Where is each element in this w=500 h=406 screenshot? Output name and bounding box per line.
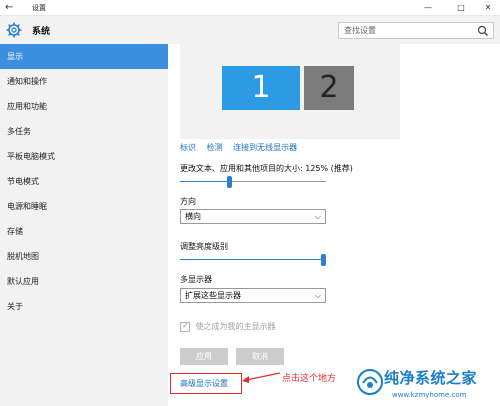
check-icon: ✓ bbox=[182, 320, 190, 331]
orientation-label: 方向 bbox=[180, 197, 196, 206]
scale-label: 更改文本、应用和其他项目的大小: 125% (推荐) bbox=[180, 164, 353, 173]
sidebar-item-offline-maps[interactable]: 脱机地图 bbox=[0, 244, 168, 269]
sidebar-item-storage[interactable]: 存储 bbox=[0, 219, 168, 244]
chevron-down-icon: ⌵ bbox=[314, 212, 321, 221]
monitor-1[interactable]: 1 bbox=[222, 66, 300, 110]
sidebar-item-tablet-mode[interactable]: 平板电脑模式 bbox=[0, 144, 168, 169]
slider-thumb[interactable] bbox=[227, 176, 232, 188]
sidebar-item-default-apps[interactable]: 默认应用 bbox=[0, 269, 168, 294]
back-arrow-icon[interactable]: ← bbox=[5, 1, 13, 15]
scale-slider[interactable] bbox=[180, 176, 326, 188]
apply-button[interactable]: 应用 bbox=[180, 348, 228, 365]
main-display-label: 使之成为我的主显示器 bbox=[195, 322, 276, 331]
sidebar-item-power-sleep[interactable]: 电源和睡眠 bbox=[0, 194, 168, 219]
sidebar-item-notifications[interactable]: 通知和操作 bbox=[0, 69, 168, 94]
title-bar: ← 设置 — □ ✕ bbox=[0, 0, 500, 16]
slider-thumb[interactable] bbox=[321, 254, 326, 266]
gear-icon bbox=[6, 22, 22, 38]
advanced-display-settings-link[interactable]: 高级显示设置 bbox=[180, 378, 228, 389]
sidebar: 显示 通知和操作 应用和功能 多任务 平板电脑模式 节电模式 电源和睡眠 存储 … bbox=[0, 44, 168, 406]
watermark-url: www.kzmyhome.com bbox=[392, 391, 467, 399]
search-box[interactable] bbox=[338, 22, 494, 39]
main-display-option[interactable]: ✓ 使之成为我的主显示器 bbox=[180, 321, 276, 332]
connect-wireless-link[interactable]: 连接到无线显示器 bbox=[233, 143, 297, 152]
orientation-select[interactable]: 横向 ⌵ bbox=[180, 209, 326, 224]
sidebar-item-multitasking[interactable]: 多任务 bbox=[0, 119, 168, 144]
annotation-arrow-icon bbox=[242, 372, 281, 383]
sidebar-item-about[interactable]: 关于 bbox=[0, 294, 168, 319]
monitor-2[interactable]: 2 bbox=[304, 66, 354, 110]
minimize-button[interactable]: — bbox=[417, 1, 439, 14]
watermark: 纯净系统之家 www.kzmyhome.com bbox=[354, 366, 500, 406]
sidebar-item-display[interactable]: 显示 bbox=[0, 44, 168, 69]
monitor-arrangement: 1 2 bbox=[180, 44, 400, 139]
sidebar-item-battery-saver[interactable]: 节电模式 bbox=[0, 169, 168, 194]
identify-link[interactable]: 标识 bbox=[180, 143, 196, 152]
multi-display-select[interactable]: 扩展这些显示器 ⌵ bbox=[180, 288, 326, 303]
close-button[interactable]: ✕ bbox=[477, 1, 499, 14]
watermark-logo-icon bbox=[357, 369, 383, 395]
window-title: 设置 bbox=[32, 4, 46, 12]
watermark-title: 纯净系统之家 bbox=[384, 369, 478, 387]
monitor-links: 标识 检测 连接到无线显示器 bbox=[180, 142, 305, 153]
settings-header: 系统 bbox=[0, 16, 500, 44]
search-input[interactable] bbox=[339, 23, 469, 38]
brightness-label: 调整亮度级别 bbox=[180, 242, 228, 251]
main-display-checkbox[interactable]: ✓ bbox=[180, 320, 190, 332]
maximize-button[interactable]: □ bbox=[450, 1, 472, 14]
slider-fill bbox=[180, 181, 230, 182]
multi-display-label: 多显示器 bbox=[180, 275, 212, 284]
annotation-text: 点击这个地方 bbox=[282, 374, 337, 384]
chevron-down-icon: ⌵ bbox=[314, 291, 321, 300]
cancel-button[interactable]: 取消 bbox=[236, 348, 284, 365]
sidebar-item-apps[interactable]: 应用和功能 bbox=[0, 94, 168, 119]
orientation-value: 横向 bbox=[185, 212, 201, 221]
display-settings-panel: 1 2 标识 检测 连接到无线显示器 更改文本、应用和其他项目的大小: 125%… bbox=[168, 44, 500, 406]
slider-fill bbox=[180, 259, 324, 260]
detect-link[interactable]: 检测 bbox=[207, 143, 223, 152]
page-title: 系统 bbox=[32, 27, 51, 37]
multi-display-value: 扩展这些显示器 bbox=[185, 291, 241, 300]
brightness-slider[interactable] bbox=[180, 254, 326, 266]
search-icon[interactable] bbox=[476, 24, 490, 38]
